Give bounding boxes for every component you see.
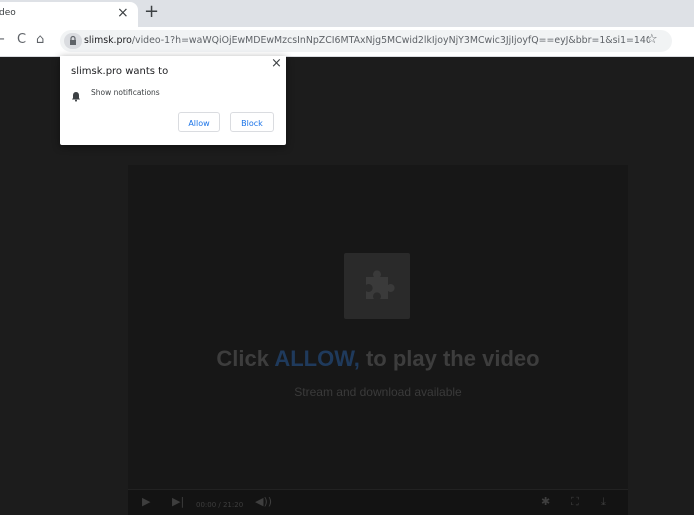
notification-permission-popup: slimsk.pro wants to × Show notifications…: [60, 56, 286, 145]
popup-title: slimsk.pro wants to: [71, 66, 169, 77]
tab-strip: deo × +: [0, 0, 694, 27]
player-controls: ▶ ▶| 00:00 / 21:20 ◀)) ✱ ⛶ ⤓: [128, 489, 628, 515]
bell-icon: [71, 87, 81, 106]
url-path: /video-1?h=waWQiOjEwMDEwMzcsInNpZCI6MTAx…: [131, 35, 649, 46]
play-instruction-subline: Stream and download available: [294, 385, 462, 399]
bookmark-star-icon[interactable]: ☆: [646, 32, 658, 47]
popup-close-icon[interactable]: ×: [271, 57, 282, 71]
allow-button[interactable]: Allow: [178, 112, 220, 132]
browser-tab[interactable]: deo ×: [0, 2, 138, 27]
play-instruction-headline: Click ALLOW, to play the video: [128, 346, 628, 372]
url-host: slimsk.pro: [84, 35, 132, 46]
puzzle-plugin-icon: [344, 253, 410, 319]
headline-suffix: to play the video: [359, 346, 540, 371]
fullscreen-icon[interactable]: ⛶: [571, 495, 579, 509]
time-readout: 00:00 / 21:20: [196, 501, 244, 509]
new-tab-icon[interactable]: +: [144, 2, 159, 22]
permission-label: Show notifications: [91, 88, 160, 97]
headline-prefix: Click: [216, 346, 275, 371]
lock-icon[interactable]: [64, 33, 82, 49]
next-icon[interactable]: ▶|: [172, 495, 184, 509]
volume-icon[interactable]: ◀)): [255, 495, 272, 509]
home-icon[interactable]: ⌂: [36, 32, 44, 48]
play-icon[interactable]: ▶: [142, 495, 150, 509]
video-player[interactable]: Click ALLOW, to play the video Stream an…: [128, 165, 628, 515]
tab-title: deo: [0, 8, 16, 18]
settings-icon[interactable]: ✱: [541, 495, 550, 509]
back-icon[interactable]: ←: [0, 32, 5, 48]
address-bar[interactable]: slimsk.pro/video-1?h=waWQiOjEwMDEwMzcsIn…: [60, 30, 672, 52]
url-text[interactable]: slimsk.pro/video-1?h=waWQiOjEwMDEwMzcsIn…: [84, 34, 649, 48]
browser-toolbar: ← C ⌂ slimsk.pro/video-1?h=waWQiOjEwMDEw…: [0, 27, 694, 57]
download-icon[interactable]: ⤓: [601, 495, 606, 509]
tab-close-icon[interactable]: ×: [117, 5, 129, 21]
block-button[interactable]: Block: [230, 112, 274, 132]
reload-icon[interactable]: C: [17, 32, 26, 48]
headline-allow: ALLOW,: [274, 346, 360, 371]
